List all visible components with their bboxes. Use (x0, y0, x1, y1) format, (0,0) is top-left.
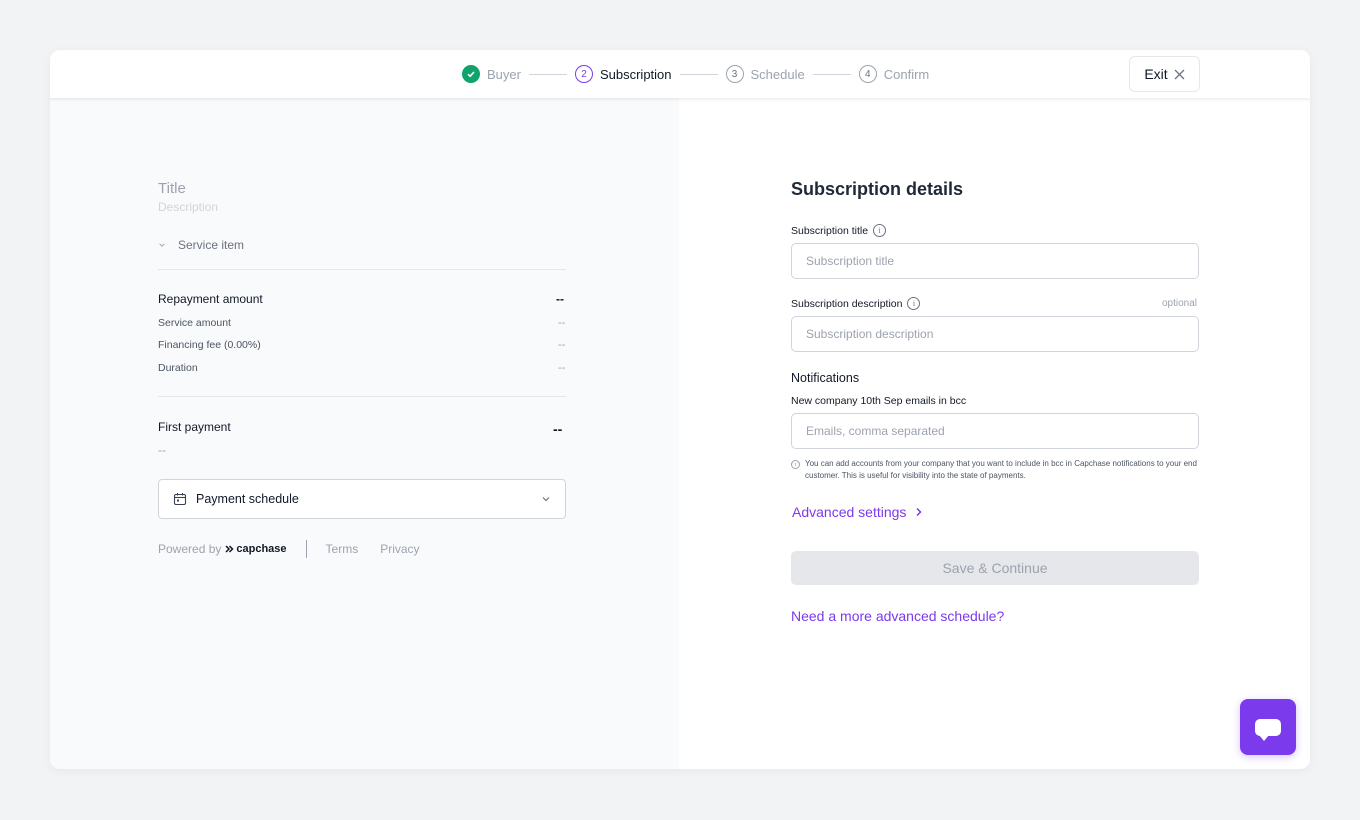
powered-by-text: Powered by (158, 542, 222, 556)
emails-input[interactable] (791, 413, 1199, 449)
check-icon (462, 65, 480, 83)
calendar-icon (173, 493, 187, 506)
step-buyer[interactable]: Buyer (462, 65, 521, 83)
capchase-mark-icon (225, 545, 234, 553)
summary-title: Title (158, 180, 186, 197)
step-number: 3 (725, 65, 744, 83)
financing-fee-label: Financing fee (0.00%) (158, 339, 261, 351)
step-label: Confirm (883, 66, 930, 82)
service-item-label: Service item (178, 238, 245, 252)
exit-button[interactable]: Exit (1129, 56, 1200, 92)
duration-label: Duration (158, 362, 198, 374)
summary-panel: Title Description Service item Repayment… (50, 50, 679, 769)
step-number: 4 (858, 65, 877, 83)
top-bar: Buyer 2 Subscription 3 Schedule 4 Confir… (50, 50, 1310, 98)
chevron-down-icon (159, 243, 165, 247)
step-subscription[interactable]: 2 Subscription (574, 65, 672, 83)
stepper: Buyer 2 Subscription 3 Schedule 4 Confir… (462, 64, 929, 84)
chat-launcher-button[interactable] (1240, 699, 1296, 755)
step-label: Schedule (750, 66, 805, 82)
step-connector (528, 73, 567, 75)
step-connector (812, 73, 851, 75)
duration-value: -- (558, 362, 566, 374)
chevron-down-icon (542, 497, 550, 502)
info-icon: i (791, 460, 800, 469)
emails-help-text: You can add accounts from your company t… (805, 459, 1197, 480)
payment-schedule-label: Payment schedule (196, 492, 299, 506)
advanced-schedule-link[interactable]: Need a more advanced schedule? (791, 608, 1004, 624)
financing-fee-value: -- (558, 339, 566, 351)
subscription-title-input[interactable] (791, 243, 1199, 279)
save-continue-button[interactable]: Save & Continue (791, 551, 1199, 585)
subscription-description-input[interactable] (791, 316, 1199, 352)
form-panel: Subscription details Subscription title … (679, 50, 1310, 769)
advanced-settings-link[interactable]: Advanced settings (792, 504, 923, 520)
emails-label: New company 10th Sep emails in bcc (791, 395, 967, 407)
service-item-toggle[interactable]: Service item (158, 238, 244, 252)
terms-link[interactable]: Terms (326, 542, 359, 556)
app-window: Title Description Service item Repayment… (50, 50, 1310, 769)
service-amount-label: Service amount (158, 317, 231, 329)
step-label: Subscription (599, 66, 672, 82)
footer-divider (305, 540, 307, 558)
step-label: Buyer (487, 66, 521, 82)
summary-description: Description (158, 200, 219, 214)
footer: Powered by capchase Terms Privacy (158, 540, 420, 558)
divider (158, 269, 566, 270)
optional-label: optional (1162, 298, 1198, 309)
subscription-description-label: Subscription description i (791, 297, 921, 310)
repayment-amount-label: Repayment amount (158, 292, 263, 306)
info-icon[interactable]: i (873, 224, 887, 237)
close-icon (1174, 69, 1185, 79)
first-payment-value: -- (553, 421, 563, 437)
step-schedule[interactable]: 3 Schedule (725, 65, 805, 83)
first-payment-label: First payment (158, 420, 231, 434)
step-connector (679, 73, 718, 75)
notifications-heading: Notifications (791, 371, 860, 385)
chevron-right-icon (916, 507, 922, 517)
subscription-title-label: Subscription title i (791, 224, 887, 237)
exit-label: Exit (1144, 66, 1168, 82)
step-confirm[interactable]: 4 Confirm (858, 65, 930, 83)
chat-bubble-icon (1255, 718, 1281, 741)
privacy-link[interactable]: Privacy (380, 542, 419, 556)
emails-help: i You can add accounts from your company… (791, 458, 1199, 482)
divider (158, 396, 566, 397)
first-payment-sub: -- (158, 443, 166, 457)
payment-schedule-dropdown[interactable]: Payment schedule (158, 479, 566, 519)
repayment-amount-value: -- (556, 292, 564, 306)
step-number: 2 (574, 65, 593, 83)
capchase-logo: capchase (225, 543, 287, 555)
info-icon[interactable]: i (907, 297, 921, 310)
form-heading: Subscription details (791, 179, 964, 199)
service-amount-value: -- (558, 317, 566, 329)
